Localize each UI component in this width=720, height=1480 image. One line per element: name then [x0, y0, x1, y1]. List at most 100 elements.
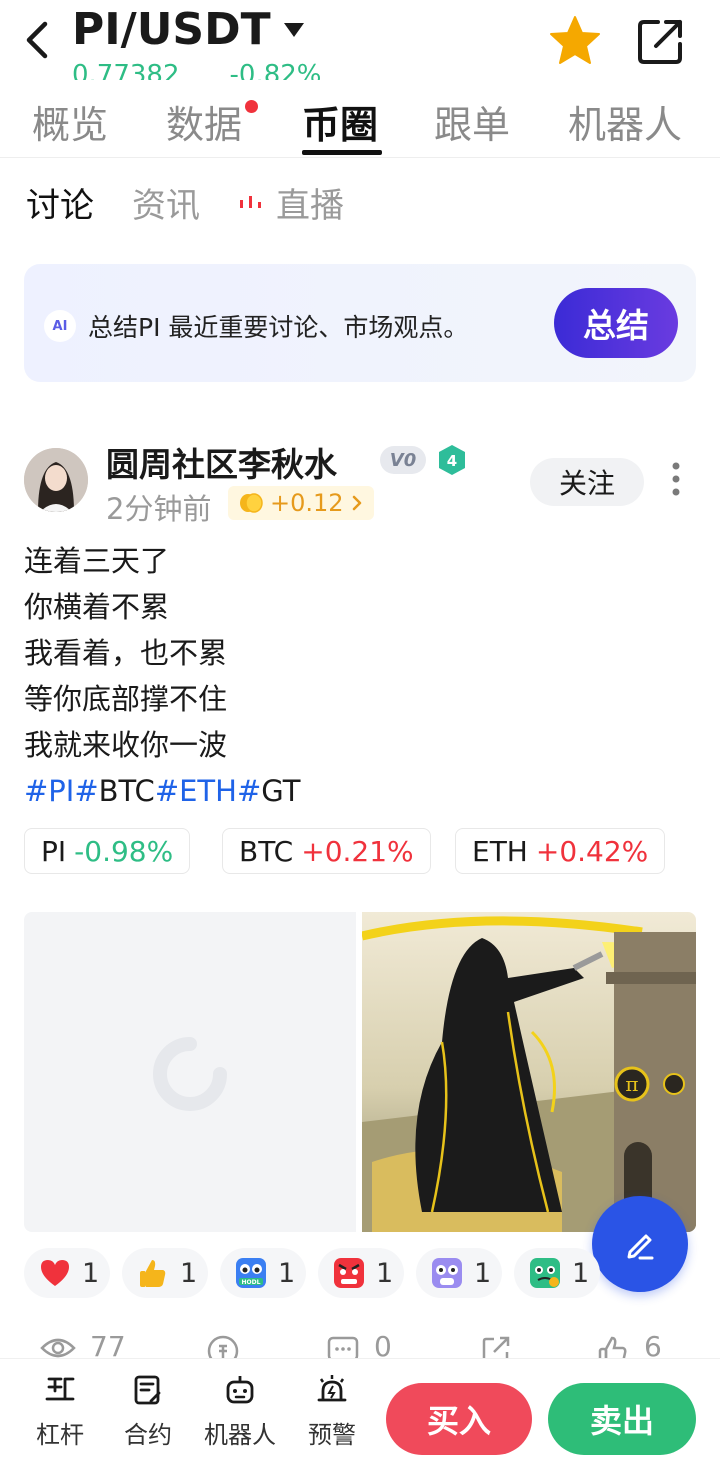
- star-icon: [550, 16, 600, 64]
- main-tabs: 概览 数据 币圈 跟单 机器人: [0, 82, 720, 158]
- hooded-figure-illustration: π: [362, 912, 696, 1232]
- hodl-text: HODL: [242, 1279, 261, 1286]
- comments-count: 0: [374, 1330, 392, 1360]
- more-vertical-icon: [672, 462, 680, 496]
- favorite-button[interactable]: [548, 14, 602, 68]
- coin-chip-eth[interactable]: ETH +0.42%: [455, 828, 666, 874]
- vip-badge: V0: [380, 446, 426, 474]
- share-stat[interactable]: [480, 1330, 512, 1360]
- eye-icon: [40, 1338, 76, 1358]
- reaction-hodl[interactable]: HODL 1: [220, 1248, 306, 1298]
- subtab-live[interactable]: 直播: [276, 178, 344, 227]
- coin-change: +0.42%: [535, 834, 649, 868]
- more-options-button[interactable]: [664, 458, 688, 502]
- post-time: 2分钟前: [106, 492, 212, 526]
- coin-symbol: ETH: [472, 834, 528, 868]
- reaction-thumbs-up[interactable]: 1: [122, 1248, 208, 1298]
- user-photo-icon: [24, 448, 88, 512]
- chevron-right-icon: [352, 495, 361, 511]
- nav-label: 杠杆: [36, 1421, 84, 1449]
- follow-button[interactable]: 关注: [530, 458, 644, 506]
- hodl-face-icon: HODL: [236, 1258, 266, 1288]
- post-stats-row: 77 0 6: [0, 1330, 720, 1360]
- hashtag-line: #PI#BTC#ETH#GT: [24, 768, 694, 814]
- likes-stat[interactable]: 6: [596, 1330, 662, 1360]
- reaction-count: 1: [474, 1257, 492, 1289]
- hashtag-btc-text: BTC: [98, 774, 155, 808]
- tab-overview[interactable]: 概览: [32, 94, 108, 149]
- views-count: 77: [90, 1330, 126, 1360]
- post-content: 连着三天了 你横着不累 我看着，也不累 等你底部撑不住 我就来收你一波 #PI#…: [24, 538, 694, 814]
- subtab-news[interactable]: 资讯: [132, 178, 200, 227]
- likes-count: 6: [644, 1330, 662, 1360]
- reaction-count: 1: [180, 1257, 198, 1289]
- pair-title[interactable]: PI/USDT: [72, 4, 271, 55]
- coin-icon: [240, 493, 263, 513]
- reaction-green-face[interactable]: 1: [514, 1248, 600, 1298]
- level-badge: 4: [438, 444, 466, 476]
- robot-icon: [226, 1376, 254, 1404]
- reward-value: +0.12: [270, 489, 344, 517]
- hexagon-level-icon: 4: [439, 445, 465, 475]
- reaction-count: 1: [376, 1257, 394, 1289]
- summarize-button[interactable]: 总结: [554, 288, 678, 358]
- bottom-action-bar: 杠杆 合约 机器人 预警 买入 卖出: [0, 1358, 720, 1480]
- live-bars-icon: [240, 196, 261, 208]
- contract-icon: [134, 1375, 161, 1405]
- tab-community[interactable]: 币圈: [302, 94, 378, 149]
- post-line: 你横着不累: [24, 590, 170, 624]
- hashtag-pi[interactable]: #PI#: [24, 774, 99, 808]
- comment-icon: [327, 1336, 359, 1360]
- header: PI/USDT 0.77382 -0.82%: [0, 0, 720, 80]
- coin-symbol: PI: [41, 834, 67, 868]
- sell-button[interactable]: 卖出: [548, 1383, 696, 1455]
- tab-data[interactable]: 数据: [166, 94, 259, 149]
- post-line: 我就来收你一波: [24, 728, 228, 762]
- coin-symbol: BTC: [239, 834, 294, 868]
- hashtag-gt-text: GT: [261, 774, 301, 808]
- ai-summary-card: AI 总结PI 最近重要讨论、市场观点。 总结: [24, 264, 696, 382]
- active-tab-indicator: [302, 150, 382, 155]
- thumbs-up-icon: [140, 1260, 166, 1287]
- buy-button[interactable]: 买入: [386, 1383, 532, 1455]
- coin-chip-pi[interactable]: PI -0.98%: [24, 828, 191, 874]
- nav-robot[interactable]: 机器人: [200, 1373, 280, 1463]
- alert-icon: [317, 1375, 347, 1402]
- post-image-illustration[interactable]: π: [362, 912, 696, 1232]
- caret-down-icon[interactable]: [282, 18, 306, 42]
- avatar[interactable]: [24, 448, 88, 512]
- leverage-icon: [45, 1377, 75, 1401]
- price-line: 0.77382 -0.82%: [72, 62, 372, 80]
- reaction-count: 1: [82, 1257, 100, 1289]
- compose-button[interactable]: [592, 1196, 688, 1292]
- hashtag-eth[interactable]: #ETH#: [155, 774, 261, 808]
- author-name[interactable]: 圆周社区李秋水: [106, 438, 337, 486]
- nav-leverage[interactable]: 杠杆: [20, 1373, 100, 1463]
- heart-icon: [41, 1260, 69, 1286]
- reaction-angry[interactable]: 1: [318, 1248, 404, 1298]
- coin-chip-btc[interactable]: BTC +0.21%: [222, 828, 431, 874]
- reaction-shocked[interactable]: 1: [416, 1248, 502, 1298]
- tab-copy-trading[interactable]: 跟单: [434, 94, 510, 149]
- reaction-heart[interactable]: 1: [24, 1248, 110, 1298]
- angry-face-icon: [334, 1258, 364, 1288]
- subtab-discussion[interactable]: 讨论: [26, 178, 94, 227]
- reward-chip[interactable]: +0.12: [228, 486, 374, 520]
- nav-label: 预警: [308, 1421, 356, 1449]
- tip-stat[interactable]: [206, 1330, 240, 1360]
- nav-alert[interactable]: 预警: [292, 1373, 372, 1463]
- ai-badge-icon: AI: [44, 310, 76, 342]
- post-image-loading[interactable]: [24, 912, 356, 1232]
- tab-bots[interactable]: 机器人: [568, 94, 682, 149]
- chevron-left-icon: [26, 21, 48, 59]
- back-button[interactable]: [18, 18, 54, 62]
- share-button[interactable]: [634, 14, 688, 68]
- pencil-icon: [627, 1234, 654, 1260]
- nav-label: 合约: [124, 1421, 172, 1449]
- loading-spinner-icon: [153, 1037, 227, 1111]
- nav-contract[interactable]: 合约: [108, 1373, 188, 1463]
- comments-stat[interactable]: 0: [326, 1330, 392, 1360]
- views-stat: 77: [40, 1330, 126, 1360]
- tab-data-label: 数据: [166, 103, 243, 147]
- post-line: 连着三天了: [24, 544, 170, 578]
